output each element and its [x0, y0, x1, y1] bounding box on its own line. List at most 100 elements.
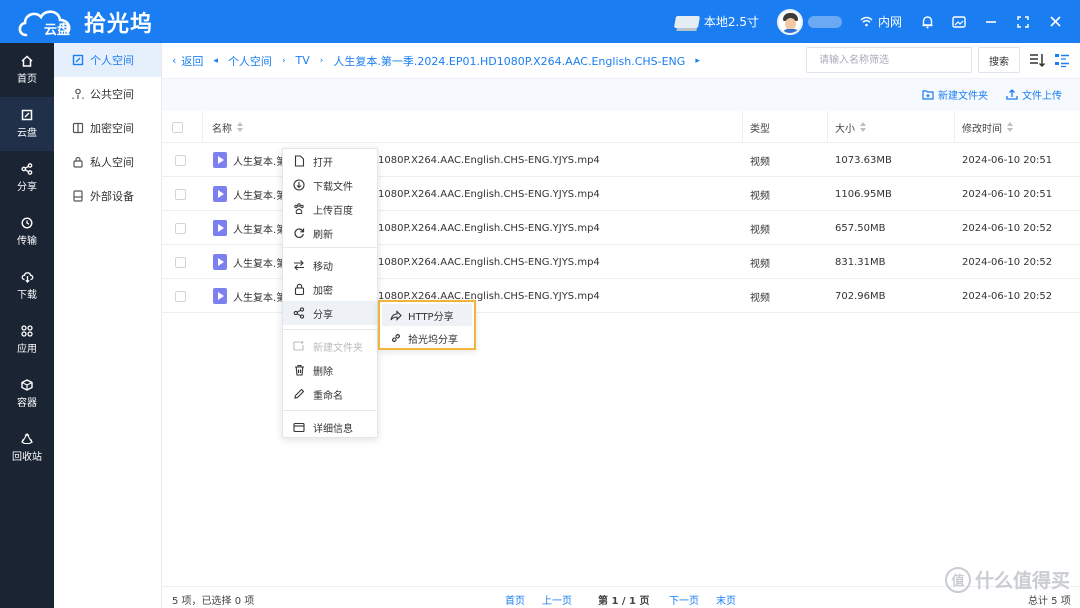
nav-item-transfer[interactable]: 传输 [0, 205, 54, 259]
nav-label: 应用 [17, 344, 37, 355]
search-input[interactable] [806, 47, 972, 73]
menu-label: 分享 [313, 309, 333, 321]
breadcrumb-label: 个人空间 [227, 54, 272, 68]
row-checkbox[interactable] [175, 290, 186, 302]
avatar [776, 8, 803, 35]
menu-item-new-folder: 新建文件夹 [283, 334, 377, 358]
menu-item-sgw-share[interactable]: 拾光坞分享 [382, 327, 472, 349]
baidu-paw-icon [294, 203, 304, 214]
nav-item-apps[interactable]: 应用 [0, 313, 54, 367]
column-header-mtime[interactable]: 修改时间 [962, 111, 1014, 143]
close-button[interactable] [1048, 15, 1062, 29]
nav-label: 回收站 [12, 452, 42, 463]
menu-item-share[interactable]: 分享 [283, 301, 377, 325]
file-name-tail: 1080P.X264.AAC.English.CHS-ENG.YJYS.mp4 [378, 256, 600, 268]
menu-item-move[interactable]: 移动 [283, 253, 377, 277]
sidebar-item-label: 加密空间 [90, 122, 134, 135]
file-name-tail: 1080P.X264.AAC.English.CHS-ENG.YJYS.mp4 [378, 188, 600, 200]
sidebar-item-encrypted-space[interactable]: 加密空间 [54, 111, 161, 145]
file-name: 人生复本.第 [233, 190, 287, 202]
menu-item-open[interactable]: 打开 [283, 149, 377, 173]
breadcrumb-item[interactable]: TV [296, 54, 310, 67]
forward-arrow-icon [390, 309, 402, 321]
menu-item-encrypt[interactable]: 加密 [283, 277, 377, 301]
file-name-tail: 1080P.X264.AAC.English.CHS-ENG.YJYS.mp4 [378, 154, 600, 166]
page-indicator: 第 1 / 1 页 [598, 596, 650, 607]
select-all-checkbox[interactable] [172, 111, 183, 143]
row-checkbox[interactable] [175, 188, 186, 200]
menu-label: 拾光坞分享 [408, 334, 458, 346]
menu-item-delete[interactable]: 删除 [283, 358, 377, 382]
prev-page-link[interactable]: 上一页 [542, 592, 572, 607]
nav-item-download[interactable]: 下载 [0, 259, 54, 313]
row-checkbox[interactable] [175, 222, 186, 234]
sidebar-item-label: 私人空间 [90, 156, 134, 169]
menu-item-upload-baidu[interactable]: 上传百度 [283, 197, 377, 221]
transfer-icon [21, 217, 33, 229]
menu-item-http-share[interactable]: HTTP分享 [382, 304, 472, 326]
menu-item-download[interactable]: 下载文件 [283, 173, 377, 197]
column-label: 名称 [212, 123, 232, 135]
back-button[interactable]: ‹ 返回 [172, 53, 203, 69]
maximize-button[interactable] [1016, 15, 1030, 29]
sidebar-item-private-space[interactable]: 私人空间 [54, 145, 161, 179]
file-type: 视频 [750, 292, 770, 304]
bell-icon [922, 15, 932, 28]
home-icon [21, 55, 33, 67]
disk-selector[interactable]: 本地2.5寸 [673, 13, 759, 30]
app-title: 拾光坞 [84, 12, 154, 37]
file-mtime: 2024-06-10 20:52 [962, 222, 1053, 234]
fullscreen-icon [1017, 15, 1029, 28]
container-icon [21, 379, 33, 391]
menu-label: 打开 [313, 157, 333, 169]
nav-item-cloud-disk[interactable]: 云盘 [0, 97, 54, 151]
last-page-link[interactable]: 末页 [716, 592, 736, 607]
blurred-username [807, 15, 842, 28]
sort-arrows-icon [1007, 122, 1014, 132]
first-page-link[interactable]: 首页 [505, 592, 525, 607]
new-folder-button[interactable]: 新建文件夹 [922, 87, 988, 102]
next-page-link[interactable]: 下一页 [669, 592, 699, 607]
watermark: 值 什么值得买 [944, 566, 1070, 593]
context-menu: 打开 下载文件 上传百度 刷新 移动 加密 分享 新建文件夹 删除 重命名 详细… [282, 148, 378, 438]
minimize-button[interactable] [984, 15, 998, 29]
selection-status: 5 项，已选择 0 项 [172, 596, 255, 607]
user-profile[interactable] [776, 8, 842, 35]
screenshot-button[interactable] [952, 15, 966, 29]
upload-label: 文件上传 [1022, 91, 1062, 102]
file-name-tail: 1080P.X264.AAC.English.CHS-ENG.YJYS.mp4 [378, 222, 600, 234]
column-header-size[interactable]: 大小 [835, 111, 867, 143]
file-type: 视频 [750, 224, 770, 236]
lock-icon [294, 283, 304, 295]
chevron-left-icon: ‹ [172, 54, 177, 67]
menu-label: 移动 [313, 261, 333, 273]
menu-item-refresh[interactable]: 刷新 [283, 221, 377, 245]
search-button[interactable]: 搜索 [978, 47, 1020, 73]
column-header-name[interactable]: 名称 [212, 111, 244, 143]
file-name: 人生复本.第 [233, 258, 287, 270]
sidebar-item-public-space[interactable]: 公共空间 [54, 77, 161, 111]
breadcrumb-item[interactable]: 个人空间 [228, 53, 272, 69]
menu-item-details[interactable]: 详细信息 [283, 415, 377, 439]
share-submenu: HTTP分享 拾光坞分享 [378, 300, 476, 350]
sidebar-item-external-device[interactable]: 外部设备 [54, 179, 161, 213]
nav-label: 容器 [17, 398, 37, 409]
nav-item-container[interactable]: 容器 [0, 367, 54, 421]
nav-item-home[interactable]: 首页 [0, 43, 54, 97]
upload-button[interactable]: 文件上传 [1006, 87, 1062, 102]
sidebar-item-personal-space[interactable]: 个人空间 [54, 43, 161, 77]
row-checkbox[interactable] [175, 154, 186, 166]
nav-item-recycle[interactable]: 回收站 [0, 421, 54, 475]
nav-item-share[interactable]: 分享 [0, 151, 54, 205]
breadcrumb-item[interactable]: 人生复本.第一季.2024.EP01.HD1080P.X264.AAC.Engl… [333, 53, 685, 69]
file-toolbar: 新建文件夹 文件上传 [162, 78, 1080, 111]
nav-label: 下载 [17, 290, 37, 301]
list-view-icon[interactable] [1054, 52, 1070, 68]
menu-item-rename[interactable]: 重命名 [283, 382, 377, 406]
notification-button[interactable] [920, 15, 934, 29]
network-status[interactable]: 内网 [860, 13, 902, 30]
row-checkbox[interactable] [175, 256, 186, 268]
column-header-type[interactable]: 类型 [750, 111, 770, 143]
menu-label: 下载文件 [313, 181, 353, 193]
sort-icon[interactable] [1029, 52, 1045, 68]
